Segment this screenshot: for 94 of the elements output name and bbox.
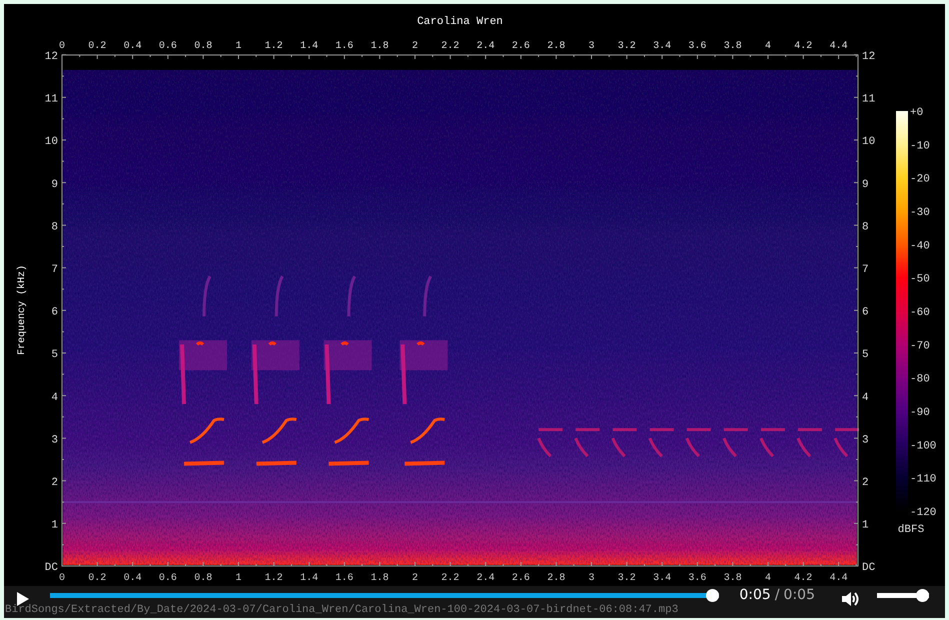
frequency-tick-label: 4 xyxy=(862,392,869,404)
time-tick-label: 4 xyxy=(765,41,771,52)
time-tick-label: 3.4 xyxy=(653,41,672,52)
frequency-tick-label: 5 xyxy=(51,349,58,362)
time-tick-label: 2 xyxy=(412,573,418,584)
time-tick-label: 2.2 xyxy=(441,41,460,52)
frequency-tick-label: 9 xyxy=(862,178,869,191)
time-tick-label: 4.2 xyxy=(794,573,812,584)
frequency-tick-label: 12 xyxy=(44,51,58,63)
time-tick-label: 2.8 xyxy=(547,41,566,52)
time-tick-label: 1 xyxy=(236,41,242,52)
frequency-tick-label: 1 xyxy=(51,520,58,532)
time-tick-label: 3.6 xyxy=(688,41,706,52)
time-tick-label: 0.2 xyxy=(88,41,106,52)
axis-label: Frequency (kHz) xyxy=(17,265,28,355)
chart-title: Carolina Wren xyxy=(417,16,503,28)
time-separator: / xyxy=(774,586,780,604)
frequency-tick-label: 11 xyxy=(44,94,58,106)
time-tick-label: 2.4 xyxy=(476,41,495,52)
time-tick-label: 1 xyxy=(236,573,242,584)
time-tick-label: 1.2 xyxy=(264,573,283,584)
frequency-tick-label: 1 xyxy=(862,520,869,532)
colorbar-tick-label: -70 xyxy=(910,340,930,352)
time-tick-label: 4.4 xyxy=(830,41,848,52)
time-tick-label: 3.4 xyxy=(653,573,672,584)
time-tick-label: 3 xyxy=(588,41,594,52)
frequency-tick-label: 10 xyxy=(44,136,58,148)
time-tick-label: 3.2 xyxy=(618,573,636,584)
time-tick-label: 1.4 xyxy=(300,41,318,52)
slider-thumb[interactable] xyxy=(916,588,929,602)
frequency-tick-label: 7 xyxy=(51,264,58,276)
time-tick-label: 0.6 xyxy=(158,573,177,584)
time-tick-label: 3.2 xyxy=(618,41,636,52)
time-tick-label: 2.2 xyxy=(441,573,460,584)
frequency-tick-label: 7 xyxy=(862,264,869,276)
time-tick-label: 4.4 xyxy=(830,573,848,584)
frequency-tick-label: 11 xyxy=(862,94,876,106)
frequency-tick-label: DC xyxy=(44,562,58,574)
colorbar-tick-label: -90 xyxy=(910,407,930,419)
time-tick-label: 1.8 xyxy=(370,41,389,52)
time-tick-label: 1.8 xyxy=(370,573,389,584)
colorbar-tick-label: -80 xyxy=(910,374,930,386)
file-path: BirdSongs/Extracted/By_Date/2024-03-07/Carolina_Wren/Carolina_Wren-100-2024-03-07-birdnet-06:08:47.mp3 xyxy=(4,604,945,618)
colorbar-tick-label: -20 xyxy=(910,174,930,186)
time-tick-label: 3.8 xyxy=(724,41,742,52)
time-tick-label: 1.6 xyxy=(335,41,354,52)
time-tick-label: 2.8 xyxy=(547,573,566,584)
duration: 0:05 xyxy=(784,586,815,604)
time-tick-label: 4 xyxy=(765,573,771,584)
colorbar-tick-label: +0 xyxy=(910,107,924,119)
frequency-tick-label: 10 xyxy=(862,136,876,148)
frequency-tick-label: 3 xyxy=(862,434,869,446)
frequency-tick-label: 5 xyxy=(862,349,869,362)
frequency-tick-label: 4 xyxy=(51,392,58,404)
colorbar-tick-label: -100 xyxy=(910,440,936,452)
time-tick-label: 1.4 xyxy=(300,573,318,584)
time-tick-label: 2.6 xyxy=(512,573,530,584)
time-tick-label: 0.8 xyxy=(194,41,212,52)
time-tick-label: 1.6 xyxy=(335,573,354,584)
frequency-tick-label: 12 xyxy=(862,51,876,63)
frequency-tick-label: 8 xyxy=(51,221,58,234)
colorbar-tick-label: -120 xyxy=(910,507,936,519)
current-time: 0:05 xyxy=(739,586,771,604)
frequency-tick-label: 6 xyxy=(862,306,869,319)
frequency-tick-label: 2 xyxy=(51,477,58,489)
time-tick-label: 2.6 xyxy=(512,41,530,52)
colorbar-tick-label: -60 xyxy=(910,307,930,319)
time-tick-label: 3.6 xyxy=(688,573,706,584)
time-tick-label: 0 xyxy=(59,41,65,52)
colorbar-tick-label: -30 xyxy=(910,207,930,219)
frequency-tick-label: DC xyxy=(862,562,876,574)
slider-thumb[interactable] xyxy=(706,588,720,602)
time-tick-label: 1.2 xyxy=(264,41,283,52)
frequency-tick-label: 8 xyxy=(862,221,869,234)
colorbar-tick-label: -10 xyxy=(910,140,930,152)
time-tick-label: 4.2 xyxy=(794,41,812,52)
frequency-tick-label: 3 xyxy=(51,434,58,446)
colorbar-tick-label: -40 xyxy=(910,240,930,252)
frequency-tick-label: 2 xyxy=(862,477,869,489)
time-tick-label: 0.4 xyxy=(124,573,142,584)
time-tick-label: 2.4 xyxy=(476,573,495,584)
frequency-tick-label: 9 xyxy=(51,178,58,191)
time-tick-label: 2 xyxy=(412,41,418,52)
colorbar-tick-label: -110 xyxy=(910,474,936,486)
frequency-tick-label: 6 xyxy=(51,306,58,319)
time-tick-label: 0 xyxy=(59,573,65,584)
time-tick-label: 0.4 xyxy=(124,41,142,52)
time-tick-label: 3 xyxy=(588,573,594,584)
time-tick-label: 3.8 xyxy=(724,573,742,584)
colorbar-unit: dBFS xyxy=(898,524,924,536)
time-tick-label: 0.6 xyxy=(158,41,177,52)
time-tick-label: 0.8 xyxy=(194,573,212,584)
colorbar-tick-label: -50 xyxy=(910,274,930,286)
time-tick-label: 0.2 xyxy=(88,573,106,584)
